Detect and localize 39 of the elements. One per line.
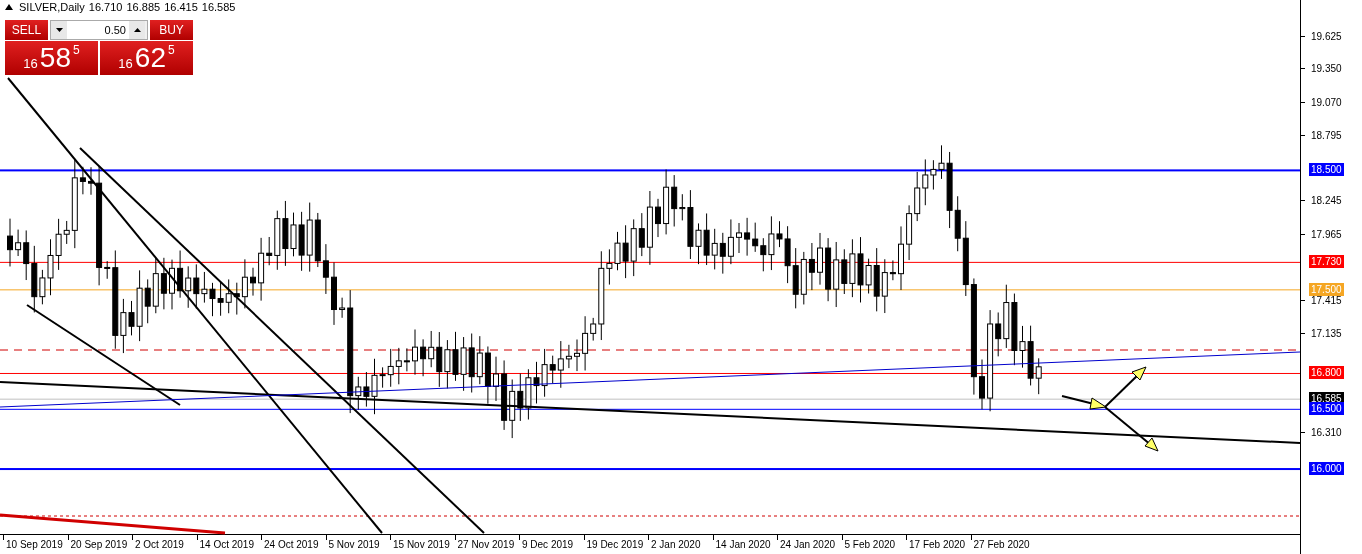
price-tick-label: 18.245 [1311,195,1342,207]
date-label: 27 Feb 2020 [973,539,1030,550]
date-label: 10 Sep 2019 [6,539,63,550]
price-label: 16.800 [1309,366,1344,380]
price-label: 17.500 [1309,282,1344,296]
price-tick-label: 18.795 [1311,129,1342,141]
symbol-label: SILVER,Daily [19,1,85,13]
date-label: 24 Jan 2020 [780,539,836,550]
price-tick-label: 17.415 [1311,294,1342,306]
price-tick-label: 17.965 [1311,228,1342,240]
date-label: 5 Feb 2020 [844,539,896,550]
price-tick-label: 19.350 [1311,63,1342,75]
price-tick-label: 17.135 [1311,327,1342,339]
date-label: 9 Dec 2019 [522,539,574,550]
collapse-icon[interactable] [5,4,13,10]
date-label: 2 Jan 2020 [651,539,701,550]
price-label: 16.000 [1309,462,1344,476]
price-tick-label: 19.070 [1311,96,1342,108]
date-label: 5 Nov 2019 [328,539,380,550]
date-label: 17 Feb 2020 [909,539,966,550]
ohlc-value: 16.585 [201,1,236,13]
date-label: 14 Jan 2020 [715,539,771,550]
price-tick-label: 19.625 [1311,30,1342,42]
ohlc-value: 16.710 [88,1,123,13]
ohlc-value: 16.885 [126,1,161,13]
date-label: 14 Oct 2019 [199,539,254,550]
date-label: 2 Oct 2019 [135,539,184,550]
buy-button[interactable]: BUY [150,20,193,40]
price-label: 16.500 [1309,402,1344,416]
date-label: 15 Nov 2019 [393,539,450,550]
date-label: 20 Sep 2019 [70,539,128,550]
sell-button[interactable]: SELL [5,20,48,40]
date-label: 19 Dec 2019 [586,539,644,550]
price-tick-label: 16.310 [1311,426,1342,438]
price-label: 18.500 [1309,163,1344,177]
date-label: 24 Oct 2019 [264,539,319,550]
ohlc-value: 16.415 [164,1,198,13]
price-label: 17.730 [1309,255,1344,269]
date-label: 27 Nov 2019 [457,539,515,550]
